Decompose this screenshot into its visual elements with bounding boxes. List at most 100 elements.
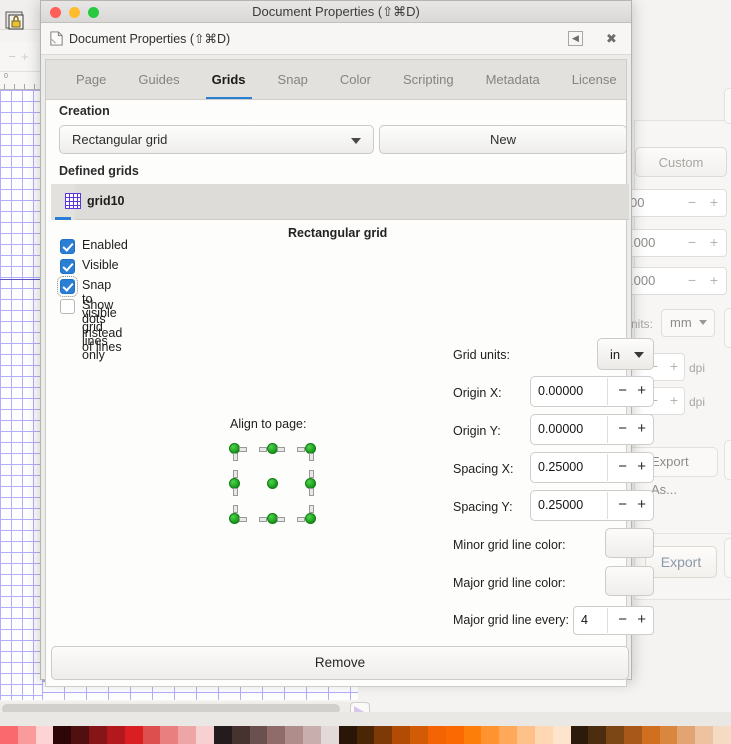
align-to-page-anchors[interactable] [222,436,322,532]
bg-field-3-plus[interactable]: + [710,272,718,288]
palette-swatch[interactable] [445,726,464,744]
minor-grid-color-swatch[interactable] [605,528,654,558]
palette-swatch[interactable] [71,726,90,744]
anchor-middle-left[interactable] [222,470,248,497]
palette-swatch[interactable] [356,726,375,744]
major-grid-every-spinner[interactable]: 4 − + [573,606,654,635]
dialog-titlebar[interactable]: Document Properties (⇧⌘D) [41,1,631,23]
palette-swatch[interactable] [641,726,660,744]
anchor-top-center[interactable] [259,436,286,462]
panel-stub-3[interactable] [724,440,731,480]
palette-swatch[interactable] [588,726,607,744]
anchor-bottom-right[interactable] [297,505,324,532]
tab-snap[interactable]: Snap [262,60,324,100]
tab-guides[interactable]: Guides [122,60,195,100]
spacing-x-minus[interactable]: − [618,458,627,475]
anchor-bottom-left[interactable] [222,505,248,532]
spacing-y-spinner[interactable]: 0.25000 − + [530,490,654,521]
origin-y-minus[interactable]: − [618,420,627,437]
palette-swatch[interactable] [124,726,143,744]
grid-units-select[interactable]: in [597,338,654,370]
bg-field-2[interactable]: .000 − + [625,229,727,257]
origin-x-minus[interactable]: − [618,382,627,399]
bg-dpi-1-plus[interactable]: + [670,358,678,374]
dialog-collapse-button[interactable]: ◀ [568,31,583,46]
dialog-close-button[interactable]: ✖ [604,31,619,46]
panel-stub-2[interactable] [724,308,731,348]
origin-x-spinner[interactable]: 0.00000 − + [530,376,654,407]
custom-button[interactable]: Custom [635,147,727,177]
palette-swatch[interactable] [160,726,179,744]
bg-field-2-plus[interactable]: + [710,234,718,250]
palette-swatch[interactable] [178,726,197,744]
bg-field-2-minus[interactable]: − [688,234,696,250]
palette-swatch[interactable] [481,726,500,744]
palette-swatch[interactable] [534,726,553,744]
palette-swatch[interactable] [303,726,321,744]
checkbox-snap-visible-only-box[interactable] [57,276,78,297]
grid-type-select[interactable]: Rectangular grid [59,125,374,154]
export-button[interactable]: Export [645,546,717,578]
spacing-x-plus[interactable]: + [637,458,646,475]
palette-swatch[interactable] [35,726,54,744]
palette-swatch[interactable] [499,726,518,744]
bg-field-1[interactable]: 00 − + [625,189,727,217]
palette-swatch[interactable] [463,726,482,744]
origin-x-plus[interactable]: + [637,382,646,399]
tab-metadata[interactable]: Metadata [470,60,556,100]
palette-swatch[interactable] [659,726,678,744]
panel-stub-1[interactable] [724,88,731,124]
new-grid-button[interactable]: New [379,125,627,154]
anchor-middle-right[interactable] [298,470,324,497]
palette-swatch[interactable] [0,726,18,744]
lock-icon[interactable] [4,10,26,32]
tab-license[interactable]: License [556,60,633,100]
origin-y-plus[interactable]: + [637,420,646,437]
palette-swatch[interactable] [427,726,446,744]
color-palette[interactable] [0,726,731,744]
tab-color[interactable]: Color [324,60,387,100]
spacing-x-spinner[interactable]: 0.25000 − + [530,452,654,483]
bg-dpi-2-plus[interactable]: + [670,392,678,408]
anchor-top-left[interactable] [222,436,248,462]
palette-swatch[interactable] [606,726,624,744]
palette-swatch[interactable] [517,726,535,744]
palette-swatch[interactable] [89,726,107,744]
palette-swatch[interactable] [374,726,393,744]
checkbox-visible-box[interactable] [60,259,75,274]
palette-swatch[interactable] [552,726,571,744]
bg-field-1-minus[interactable]: − [688,194,696,210]
panel-stub-4[interactable] [724,538,731,578]
bg-units-select[interactable]: mm [661,309,715,337]
palette-swatch[interactable] [338,726,357,744]
palette-swatch[interactable] [410,726,428,744]
palette-swatch[interactable] [106,726,125,744]
major-grid-color-swatch[interactable] [605,566,654,596]
bg-field-3-minus[interactable]: − [688,272,696,288]
palette-swatch[interactable] [249,726,268,744]
palette-swatch[interactable] [53,726,72,744]
palette-swatch[interactable] [695,726,714,744]
spacing-y-plus[interactable]: + [637,496,646,513]
palette-swatch[interactable] [677,726,696,744]
palette-swatch[interactable] [392,726,411,744]
palette-swatch[interactable] [570,726,589,744]
major-every-plus[interactable]: + [637,611,646,628]
bg-field-3[interactable]: .000 − + [625,267,727,295]
tab-page[interactable]: Page [60,60,122,100]
palette-swatch[interactable] [713,726,731,744]
palette-swatch[interactable] [285,726,304,744]
anchor-center[interactable] [260,471,286,497]
origin-y-spinner[interactable]: 0.00000 − + [530,414,654,445]
palette-swatch[interactable] [196,726,214,744]
anchor-bottom-center[interactable] [259,506,286,532]
palette-swatch[interactable] [267,726,286,744]
tab-grids[interactable]: Grids [196,60,262,100]
checkbox-enabled-box[interactable] [60,239,75,254]
palette-swatch[interactable] [320,726,339,744]
palette-swatch[interactable] [17,726,36,744]
palette-swatch[interactable] [623,726,642,744]
tab-scripting[interactable]: Scripting [387,60,470,100]
palette-swatch[interactable] [213,726,232,744]
bg-field-1-plus[interactable]: + [710,194,718,210]
